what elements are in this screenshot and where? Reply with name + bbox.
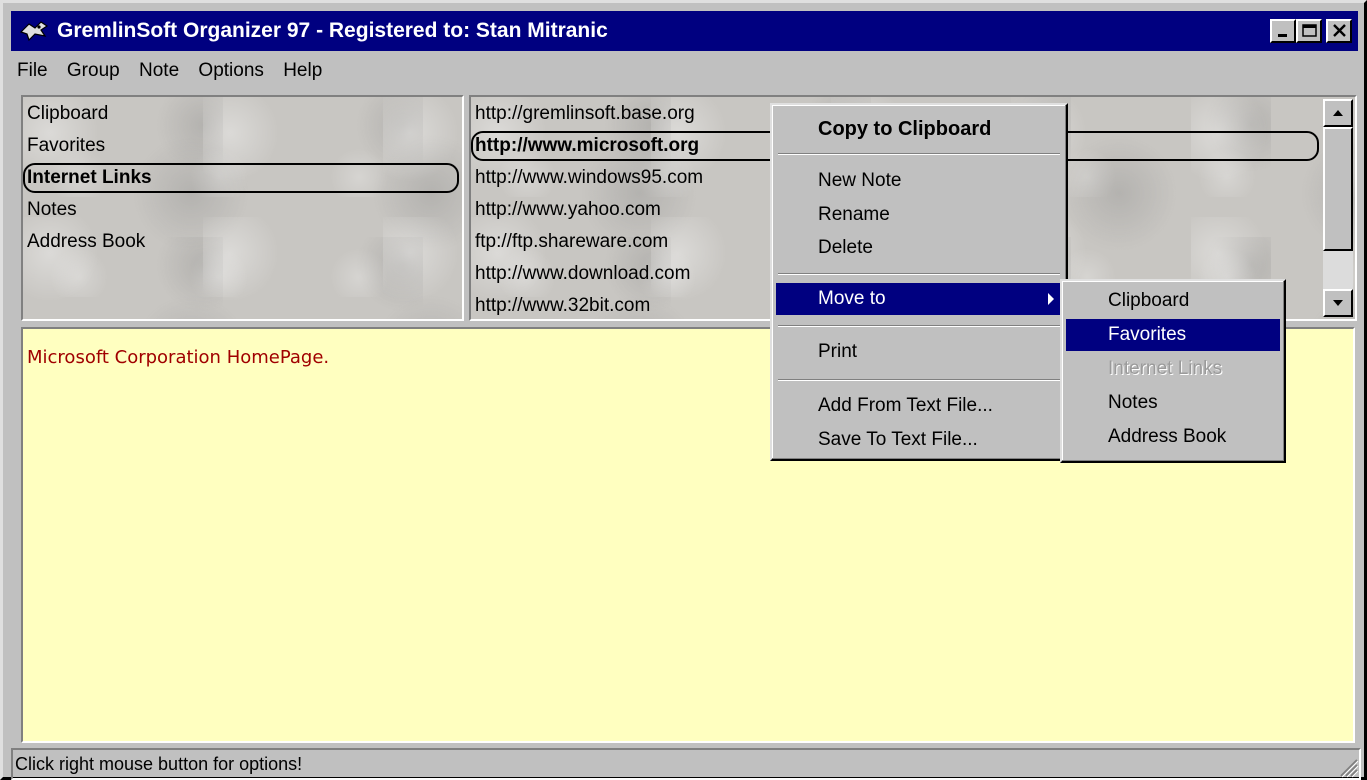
minimize-icon (1278, 34, 1287, 37)
title-bar[interactable]: GremlinSoft Organizer 97 - Registered to… (11, 11, 1358, 51)
scroll-up-button[interactable] (1323, 99, 1353, 127)
status-text: Click right mouse button for options! (15, 754, 303, 774)
status-bar: Click right mouse button for options! (11, 748, 1361, 780)
arrow-up-icon (1333, 110, 1343, 116)
menu-help[interactable]: Help (277, 55, 330, 82)
menu-note[interactable]: Note (133, 55, 187, 82)
submenu-address-book[interactable]: Address Book (1066, 421, 1280, 453)
note-item[interactable]: http://www.windows95.com (475, 163, 703, 193)
group-item-internet-links[interactable]: Internet Links (23, 163, 459, 193)
submenu-arrow-icon (1048, 293, 1054, 305)
group-item-notes[interactable]: Notes (27, 195, 77, 225)
menu-file[interactable]: File (11, 55, 56, 82)
minimize-button[interactable] (1270, 19, 1296, 43)
menu-save-to-text-file[interactable]: Save To Text File... (776, 424, 1062, 456)
note-item[interactable]: http://www.32bit.com (475, 291, 650, 321)
close-icon (1333, 24, 1346, 37)
note-item[interactable]: ftp://ftp.shareware.com (475, 227, 668, 257)
notes-scrollbar[interactable] (1323, 99, 1353, 317)
arrow-down-icon (1333, 300, 1343, 306)
group-item-clipboard[interactable]: Clipboard (27, 99, 108, 129)
gremlin-app-icon (19, 21, 49, 42)
menu-separator (778, 153, 1060, 155)
scroll-thumb[interactable] (1323, 127, 1353, 251)
submenu-favorites[interactable]: Favorites (1066, 319, 1280, 351)
menu-print[interactable]: Print (776, 336, 1062, 368)
menu-copy-to-clipboard[interactable]: Copy to Clipboard (776, 111, 1062, 147)
resize-grip-icon[interactable] (1335, 754, 1359, 778)
submenu-notes[interactable]: Notes (1066, 387, 1280, 419)
scroll-down-button[interactable] (1323, 289, 1353, 317)
app-window: GremlinSoft Organizer 97 - Registered to… (0, 0, 1367, 780)
menu-bar: File Group Note Options Help (11, 55, 330, 91)
group-item-favorites[interactable]: Favorites (27, 131, 105, 161)
maximize-button[interactable] (1296, 19, 1322, 43)
submenu-internet-links: Internet Links (1108, 358, 1223, 379)
menu-separator (778, 273, 1060, 275)
note-item[interactable]: http://www.yahoo.com (475, 195, 661, 225)
menu-group[interactable]: Group (61, 55, 128, 82)
menu-add-from-text-file[interactable]: Add From Text File... (776, 390, 1062, 422)
context-menu: Copy to Clipboard New Note Rename Delete… (770, 103, 1068, 461)
move-to-submenu: Clipboard Favorites Internet Links Notes… (1060, 279, 1286, 463)
note-item[interactable]: http://gremlinsoft.base.org (475, 99, 695, 129)
menu-separator (778, 325, 1060, 327)
note-text: Microsoft Corporation HomePage. (27, 347, 330, 368)
submenu-clipboard[interactable]: Clipboard (1066, 285, 1280, 317)
maximize-icon (1302, 24, 1317, 37)
note-item[interactable]: http://www.download.com (475, 259, 690, 289)
group-item-address-book[interactable]: Address Book (27, 227, 145, 257)
menu-rename[interactable]: Rename (776, 199, 1062, 231)
menu-delete[interactable]: Delete (776, 232, 1062, 264)
menu-new-note[interactable]: New Note (776, 165, 1062, 197)
window-title: GremlinSoft Organizer 97 - Registered to… (57, 19, 608, 42)
groups-list[interactable]: Clipboard Favorites Internet Links Notes… (21, 95, 464, 321)
menu-options[interactable]: Options (192, 55, 271, 82)
menu-separator (778, 379, 1060, 381)
menu-move-to[interactable]: Move to (776, 283, 1062, 315)
close-button[interactable] (1326, 19, 1352, 43)
menu-move-to-label: Move to (818, 288, 886, 309)
